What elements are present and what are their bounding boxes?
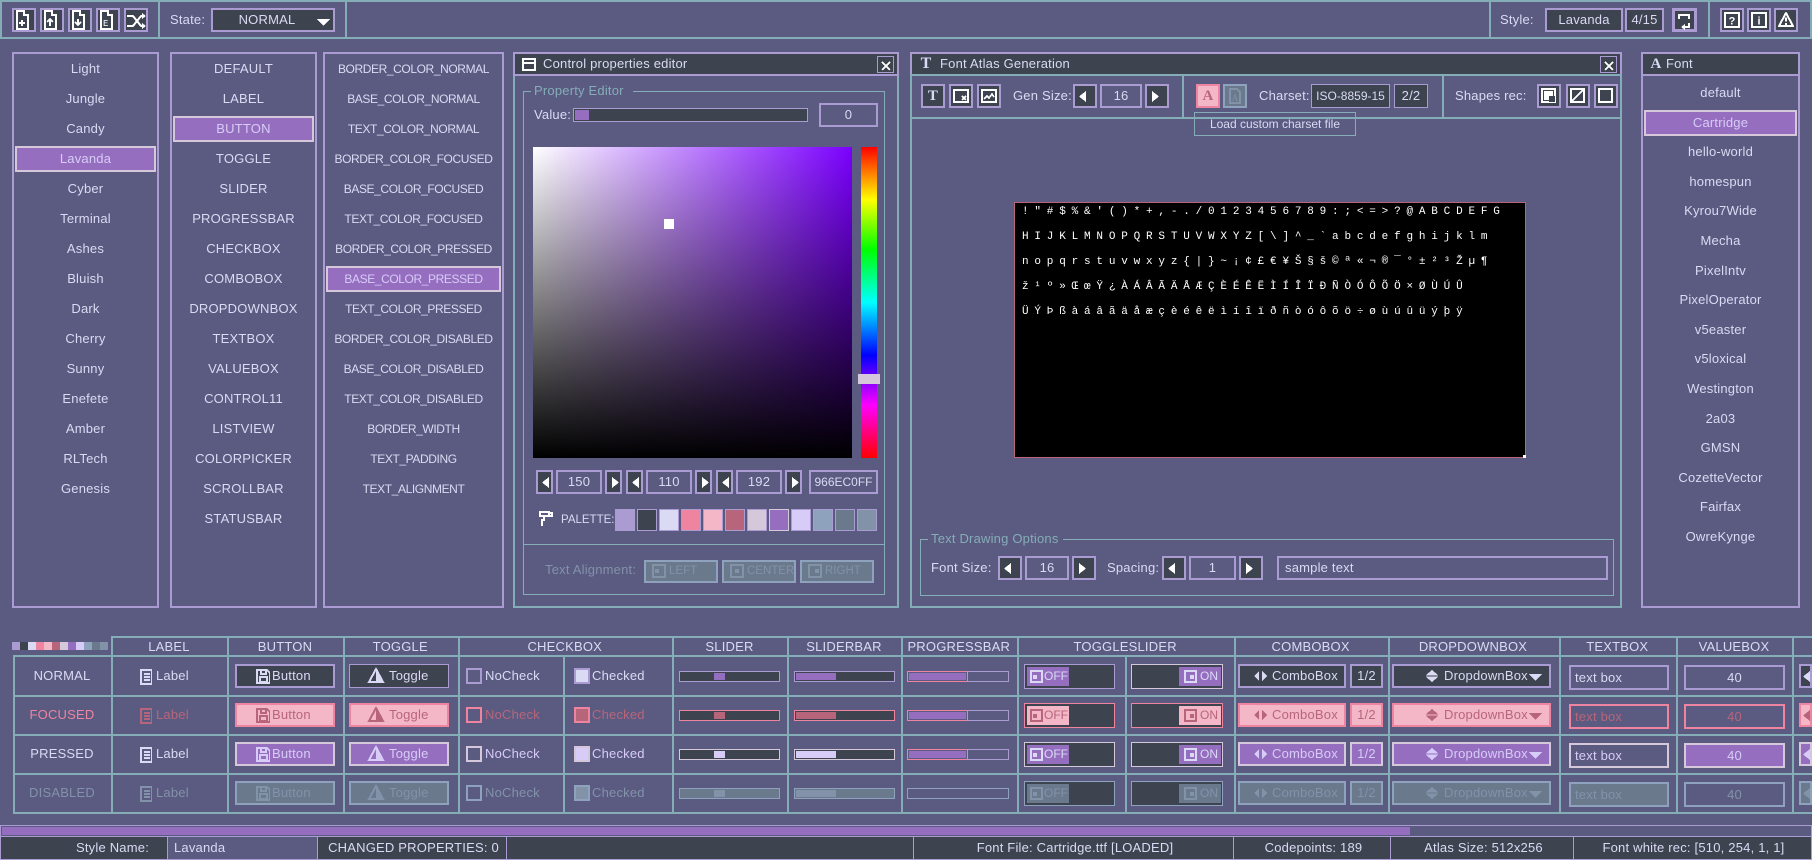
svg-text:i: i <box>1757 16 1760 28</box>
svg-text:E: E <box>103 19 108 29</box>
svg-text:A: A <box>1232 93 1239 103</box>
svg-text:?: ? <box>1729 16 1736 28</box>
